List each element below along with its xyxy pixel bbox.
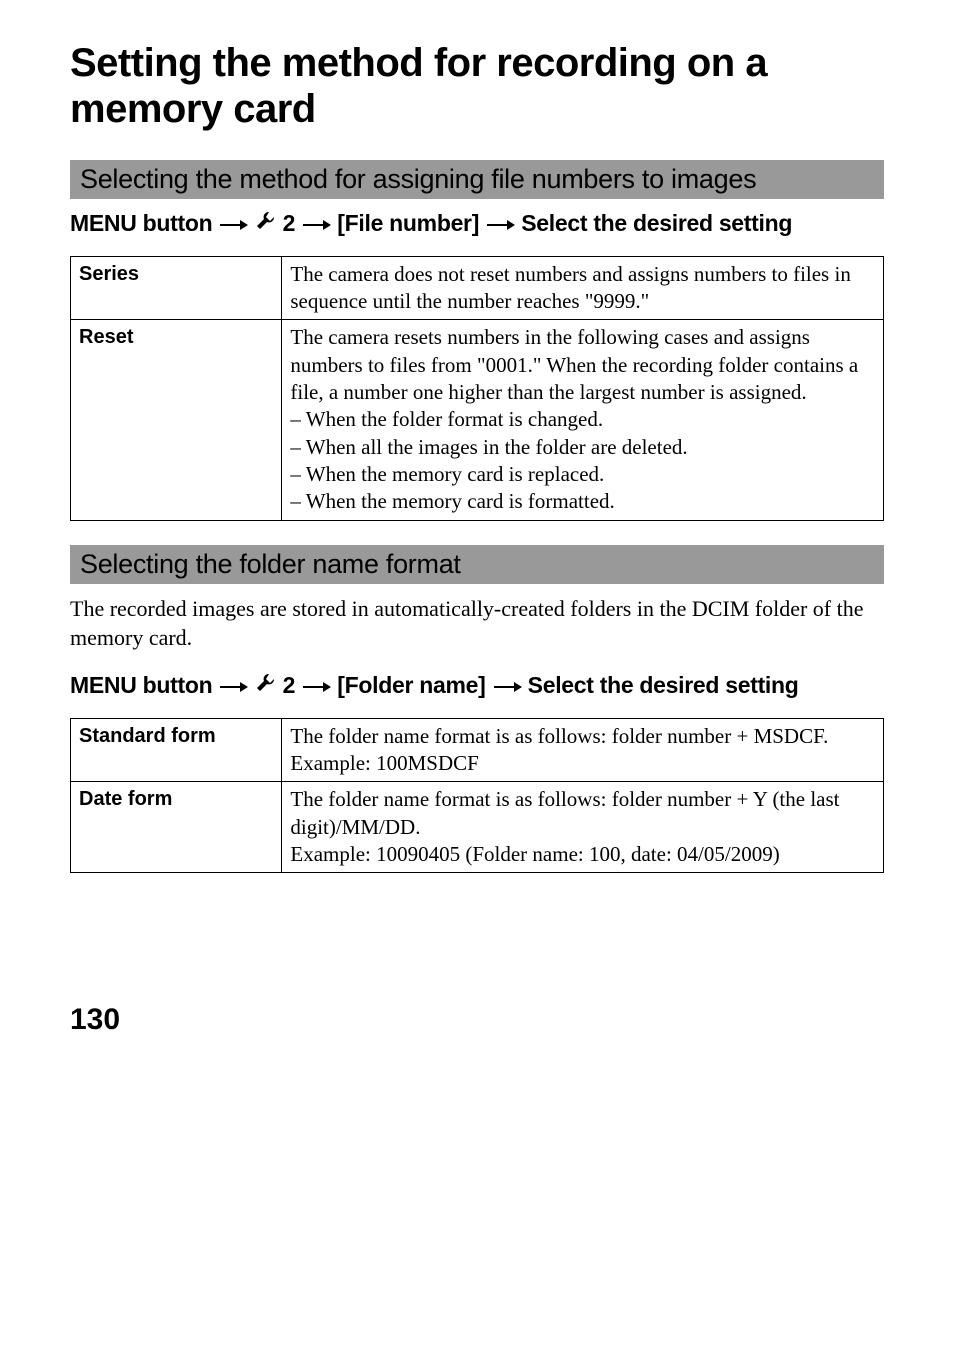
- folder-name-body: The recorded images are stored in automa…: [70, 594, 884, 653]
- table-label-series: Series: [71, 256, 282, 320]
- menu-prefix: MENU button: [70, 672, 212, 698]
- menu-number: 2: [277, 210, 296, 236]
- menu-path-folder-name: MENU button 2 [Folder name] Select the d…: [70, 671, 884, 702]
- file-number-table: Series The camera does not reset numbers…: [70, 256, 884, 521]
- arrow-icon: [485, 210, 515, 240]
- reset-desc-item: – When the memory card is formatted.: [290, 488, 875, 515]
- standard-desc-main: The folder name format is as follows: fo…: [290, 723, 875, 750]
- table-desc-reset: The camera resets numbers in the followi…: [282, 320, 884, 520]
- reset-desc-item: – When the folder format is changed.: [290, 406, 875, 433]
- section-header-file-numbers: Selecting the method for assigning file …: [70, 160, 884, 199]
- table-row: Standard form The folder name format is …: [71, 718, 884, 782]
- arrow-icon: [492, 672, 522, 702]
- arrow-icon: [218, 672, 248, 702]
- arrow-icon: [301, 210, 331, 240]
- arrow-icon: [218, 210, 248, 240]
- menu-prefix: MENU button: [70, 210, 212, 236]
- arrow-icon: [301, 672, 331, 702]
- section-header-folder-name: Selecting the folder name format: [70, 545, 884, 584]
- table-row: Reset The camera resets numbers in the f…: [71, 320, 884, 520]
- reset-desc-main: The camera resets numbers in the followi…: [290, 324, 875, 406]
- reset-desc-item: – When all the images in the folder are …: [290, 434, 875, 461]
- table-label-reset: Reset: [71, 320, 282, 520]
- table-row: Date form The folder name format is as f…: [71, 782, 884, 873]
- menu-item: [File number]: [337, 210, 479, 236]
- page-title: Setting the method for recording on a me…: [70, 40, 884, 132]
- wrench-icon: [255, 672, 277, 702]
- table-label-date: Date form: [71, 782, 282, 873]
- menu-number: 2: [277, 672, 296, 698]
- table-label-standard: Standard form: [71, 718, 282, 782]
- table-desc-date: The folder name format is as follows: fo…: [282, 782, 884, 873]
- page-number: 130: [70, 1003, 884, 1037]
- menu-item: [Folder name]: [337, 672, 485, 698]
- wrench-icon: [255, 210, 277, 240]
- table-row: Series The camera does not reset numbers…: [71, 256, 884, 320]
- reset-desc-item: – When the memory card is replaced.: [290, 461, 875, 488]
- menu-suffix: Select the desired setting: [528, 672, 799, 698]
- date-desc-example: Example: 10090405 (Folder name: 100, dat…: [290, 841, 875, 868]
- table-desc-standard: The folder name format is as follows: fo…: [282, 718, 884, 782]
- date-desc-main: The folder name format is as follows: fo…: [290, 786, 875, 841]
- menu-suffix: Select the desired setting: [521, 210, 792, 236]
- folder-name-table: Standard form The folder name format is …: [70, 718, 884, 873]
- table-desc-series: The camera does not reset numbers and as…: [282, 256, 884, 320]
- menu-path-file-number: MENU button 2 [File number] Select the d…: [70, 209, 884, 240]
- standard-desc-example: Example: 100MSDCF: [290, 750, 875, 777]
